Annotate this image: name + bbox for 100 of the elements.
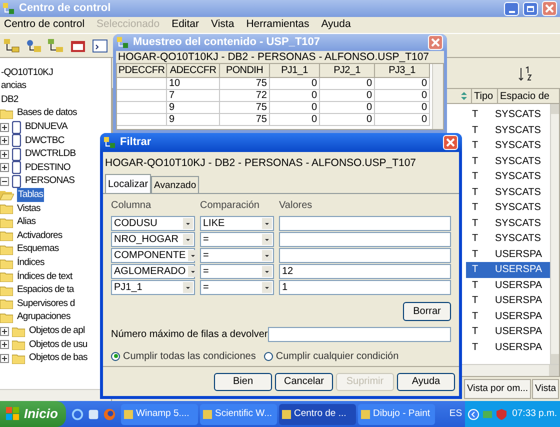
menu-item[interactable]: Ayuda <box>321 17 351 33</box>
tree-item[interactable]: Objetos de bas <box>28 351 88 366</box>
table-row[interactable]: T USERSPA <box>466 324 550 340</box>
table-row[interactable]: T SYSCATS <box>466 231 550 246</box>
tree-item[interactable]: -QO10T10KJ <box>0 66 54 80</box>
dropdown[interactable]: PJ1_1 <box>111 280 195 295</box>
tree-item[interactable]: Espacios de ta <box>16 283 75 298</box>
column-header[interactable]: Espacio de <box>497 89 551 103</box>
menu-item[interactable]: Vista <box>211 17 234 33</box>
view-button[interactable]: Vista por om... <box>464 379 532 399</box>
expand-icon[interactable] <box>0 354 9 363</box>
tree-item[interactable]: Agrupaciones <box>16 310 72 325</box>
expand-icon[interactable] <box>0 122 9 132</box>
network-icon[interactable] <box>25 38 43 54</box>
value-field[interactable] <box>279 232 451 247</box>
tree-item[interactable]: Vistas <box>16 202 42 216</box>
tree-item[interactable]: Objetos de usu <box>28 338 88 352</box>
start-button[interactable]: Inicio <box>0 401 66 427</box>
expand-icon[interactable] <box>0 340 9 350</box>
tree-item[interactable]: BDNUEVA <box>24 120 68 134</box>
browser-icon[interactable] <box>71 408 84 420</box>
value-field[interactable]: 12 <box>279 264 451 279</box>
table-row[interactable]: T USERSPA <box>466 246 550 262</box>
task-button[interactable]: Centro de ... <box>279 404 356 424</box>
column-header[interactable]: PJ3_1 <box>375 64 430 78</box>
restore-button[interactable] <box>523 2 538 16</box>
tree-item[interactable]: Alias <box>16 215 37 230</box>
tree-item[interactable]: DWCTRLDB <box>24 147 77 162</box>
table-row[interactable]: T USERSPA <box>466 262 550 278</box>
column-header[interactable]: ADECCFR <box>167 64 220 78</box>
value-field[interactable] <box>279 248 451 263</box>
value-field[interactable] <box>279 216 451 231</box>
minimize-button[interactable] <box>504 2 519 16</box>
tree-item[interactable]: Activadores <box>16 228 64 244</box>
menu-item[interactable]: Centro de control <box>4 17 85 33</box>
dropdown[interactable]: LIKE <box>200 216 274 231</box>
tree-item[interactable]: ancias <box>0 79 28 94</box>
tree-item[interactable]: Índices <box>16 256 46 270</box>
table-row[interactable]: T SYSCATS <box>466 122 550 138</box>
table-row[interactable]: T USERSPA <box>466 293 550 308</box>
dropdown[interactable]: NRO_HOGAR <box>111 232 195 247</box>
tab[interactable]: Avanzado <box>151 176 200 193</box>
dropdown[interactable]: = <box>200 280 274 295</box>
dialog-button[interactable]: Bien <box>214 372 272 390</box>
table-row[interactable]: T SYSCATS <box>466 200 550 216</box>
dropdown[interactable]: = <box>200 264 274 279</box>
table-row[interactable]: T USERSPA <box>466 340 550 355</box>
close-button[interactable] <box>542 1 557 16</box>
tree-item[interactable]: Supervisores d <box>16 296 76 312</box>
tab[interactable]: Localizar <box>105 174 152 193</box>
close-button[interactable] <box>428 35 443 50</box>
tree-icon[interactable] <box>47 38 65 54</box>
collapse-icon[interactable] <box>0 177 9 186</box>
dialog-button[interactable]: Ayuda <box>397 372 455 390</box>
task-button[interactable]: Scientific W... <box>200 404 277 424</box>
dialog-button[interactable]: Cancelar <box>275 372 333 390</box>
column-header[interactable]: PJ2_1 <box>320 64 375 78</box>
tree-item[interactable]: Índices de text <box>16 270 74 284</box>
column-header[interactable]: PDECCFR <box>117 64 167 78</box>
column-header[interactable]: Tipo <box>471 89 497 103</box>
table-row[interactable]: T SYSCATS <box>466 184 550 200</box>
expand-icon[interactable] <box>0 163 9 172</box>
vertical-scrollbar[interactable] <box>432 64 443 129</box>
radio-label[interactable]: Cumplir cualquier condición <box>276 348 399 364</box>
table-row[interactable]: T SYSCATS <box>466 138 550 154</box>
expand-icon[interactable] <box>0 150 9 159</box>
tree-item[interactable]: PERSONAS <box>24 174 76 189</box>
terminal-icon[interactable] <box>91 38 109 54</box>
tree-item[interactable]: Tablas <box>17 188 44 202</box>
sort-icon[interactable] <box>518 66 532 82</box>
tree-item[interactable]: PDESTINO <box>24 160 72 176</box>
tree-icon[interactable] <box>3 38 21 54</box>
table-row[interactable]: T SYSCATS <box>466 107 550 122</box>
clear-button[interactable]: Borrar <box>403 302 451 321</box>
radio-button[interactable] <box>111 352 120 361</box>
tree-item[interactable]: Bases de datos <box>16 106 78 121</box>
view-button[interactable]: Vista <box>532 379 559 399</box>
expand-icon[interactable] <box>0 326 9 336</box>
horizontal-scrollbar[interactable] <box>0 389 111 401</box>
tree-item[interactable]: Esquemas <box>16 242 60 257</box>
language-indicator[interactable]: ES <box>446 406 466 422</box>
desktop-icon[interactable] <box>87 408 100 420</box>
radio-label[interactable]: Cumplir todas las condiciones <box>123 348 256 364</box>
tree-item[interactable]: DB2 <box>0 92 20 108</box>
tree-item[interactable]: DWCTBC <box>24 134 66 148</box>
radio-button[interactable] <box>264 352 273 361</box>
column-header[interactable]: PJ1_1 <box>270 64 320 78</box>
dropdown[interactable]: CODUSU <box>111 216 195 231</box>
expand-icon[interactable] <box>0 136 9 146</box>
column-header[interactable]: PONDIH <box>220 64 270 78</box>
table-row[interactable]: T SYSCATS <box>466 216 550 231</box>
table-row[interactable]: T USERSPA <box>466 278 550 293</box>
dropdown[interactable]: AGLOMERADO <box>111 264 195 279</box>
max-rows-field[interactable] <box>268 326 451 342</box>
task-button[interactable]: Dibujo - Paint <box>358 404 435 424</box>
menu-item[interactable]: Herramientas <box>246 17 310 33</box>
vertical-scrollbar[interactable] <box>550 104 559 364</box>
task-button[interactable]: Winamp 5.... <box>121 404 198 424</box>
menu-item[interactable]: Editar <box>172 17 200 33</box>
dropdown[interactable]: COMPONENTE <box>111 248 195 263</box>
